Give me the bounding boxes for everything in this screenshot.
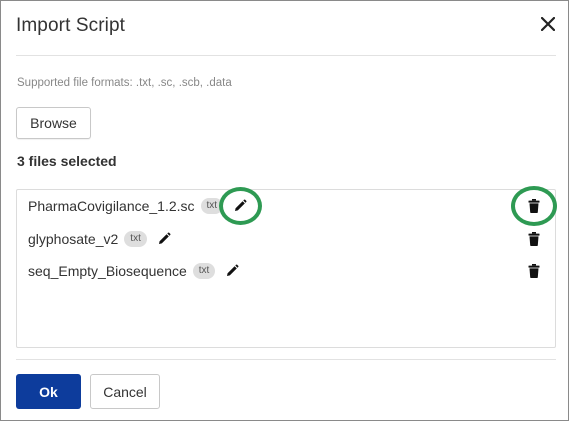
file-row: glyphosate_v2 txt xyxy=(28,227,171,251)
supported-formats-text: Supported file formats: .txt, .sc, .scb,… xyxy=(17,77,232,89)
dialog-title: Import Script xyxy=(16,15,125,36)
file-row: PharmaCovigilance_1.2.sc txt xyxy=(28,194,247,218)
delete-button[interactable] xyxy=(527,231,541,247)
delete-button[interactable] xyxy=(527,198,541,214)
file-list: PharmaCovigilance_1.2.sc txt glyphosate_… xyxy=(16,189,556,348)
file-type-badge: txt xyxy=(200,198,224,214)
edit-button[interactable] xyxy=(157,232,171,246)
delete-button[interactable] xyxy=(527,263,541,279)
trash-icon xyxy=(528,264,540,278)
close-button[interactable] xyxy=(537,13,559,35)
pencil-icon xyxy=(227,264,239,276)
edit-button[interactable] xyxy=(233,199,247,213)
ok-button[interactable]: Ok xyxy=(16,374,81,409)
files-selected-count: 3 files selected xyxy=(17,153,117,169)
file-name: PharmaCovigilance_1.2.sc xyxy=(28,198,195,214)
footer-divider xyxy=(16,359,556,360)
browse-button[interactable]: Browse xyxy=(16,107,91,139)
file-type-badge: txt xyxy=(124,231,147,247)
import-script-dialog: Import Script Supported file formats: .t… xyxy=(0,0,569,421)
close-icon xyxy=(541,17,555,31)
header-divider xyxy=(16,55,556,56)
trash-icon xyxy=(528,232,540,246)
file-row: seq_Empty_Biosequence txt xyxy=(28,259,239,283)
cancel-button[interactable]: Cancel xyxy=(90,374,160,409)
file-type-badge: txt xyxy=(192,263,216,279)
edit-button[interactable] xyxy=(225,264,239,278)
pencil-icon xyxy=(158,232,171,244)
trash-icon xyxy=(528,199,540,213)
pencil-icon xyxy=(235,199,247,211)
file-name: glyphosate_v2 xyxy=(28,231,119,247)
file-name: seq_Empty_Biosequence xyxy=(28,263,187,279)
